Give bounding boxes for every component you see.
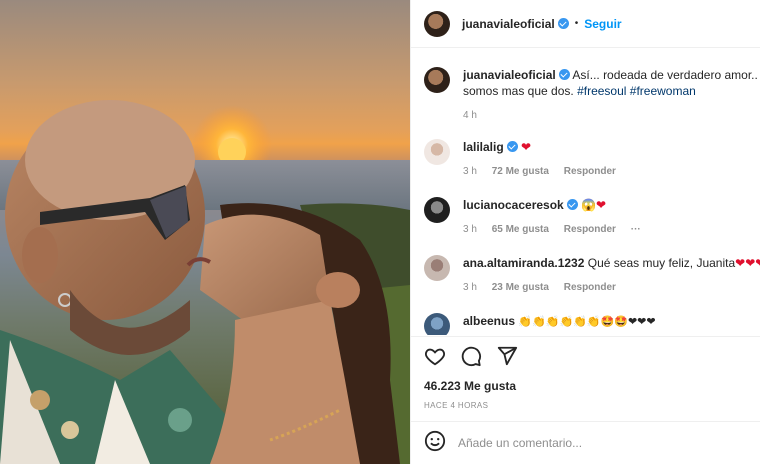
commenter-username[interactable]: ana.altamiranda.1232 — [463, 256, 584, 270]
commenter-avatar[interactable] — [424, 313, 450, 335]
caption-body: juanavialeoficial Así... rodeada de verd… — [463, 67, 758, 124]
caption-time[interactable]: 4 h — [463, 110, 477, 121]
comment-likes[interactable]: 65 Me gusta — [492, 224, 549, 235]
comment-emojis: ❤ — [521, 140, 532, 154]
comment-body: albeenus 👏👏👏👏👏👏🤩🤩❤❤❤ — [463, 313, 760, 335]
verified-badge-icon — [506, 141, 518, 152]
post-photo-illustration — [0, 100, 410, 464]
post-side-panel: juanavialeoficial • Seguir juanavialeofi… — [410, 0, 760, 464]
author-avatar-small[interactable] — [424, 67, 450, 93]
hashtag-freewoman[interactable]: #freewoman — [630, 84, 696, 98]
post-photo[interactable] — [0, 0, 410, 464]
comment-text: Qué seas muy feliz, Juanita — [587, 256, 736, 270]
comment-row: lucianocaceresok 😱❤ 3 h 65 Me gusta Resp… — [424, 197, 760, 238]
comment-bubble-icon[interactable] — [460, 345, 482, 367]
comment-body: ana.altamiranda.1232 Qué seas muy feliz,… — [463, 255, 760, 296]
smiley-icon[interactable] — [424, 430, 446, 457]
comment-body: lalilalig ❤ 3 h 72 Me gusta Responder — [463, 139, 760, 180]
comment-emojis: 😱❤ — [581, 198, 607, 212]
reply-button[interactable]: Responder — [564, 166, 616, 177]
comment-time[interactable]: 3 h — [463, 282, 477, 293]
caption-row: juanavialeoficial Así... rodeada de verd… — [424, 67, 758, 124]
comment-time[interactable]: 3 h — [463, 166, 477, 177]
comment-row: lalilalig ❤ 3 h 72 Me gusta Responder — [424, 139, 760, 180]
likes-count[interactable]: 46.223 Me gusta — [411, 367, 760, 393]
commenter-avatar[interactable] — [424, 139, 450, 165]
hashtag-freesoul[interactable]: #freesoul — [577, 84, 626, 98]
commenter-avatar[interactable] — [424, 197, 450, 223]
reply-button[interactable]: Responder — [564, 282, 616, 293]
verified-badge-icon — [566, 199, 578, 210]
comment-time[interactable]: 3 h — [463, 224, 477, 235]
verified-badge-icon — [558, 69, 570, 80]
comment-row: albeenus 👏👏👏👏👏👏🤩🤩❤❤❤ — [424, 313, 760, 335]
commenter-username[interactable]: albeenus — [463, 314, 515, 328]
commenter-avatar[interactable] — [424, 255, 450, 281]
more-options-icon[interactable]: ··· — [631, 224, 641, 235]
comments-list[interactable]: juanavialeoficial Así... rodeada de verd… — [411, 49, 760, 335]
comment-likes[interactable]: 72 Me gusta — [492, 166, 549, 177]
comment-likes[interactable]: 23 Me gusta — [492, 282, 549, 293]
verified-badge-icon — [557, 18, 569, 29]
comment-emojis: ❤❤❤❤ — [735, 256, 760, 270]
heart-outline-icon[interactable] — [424, 345, 446, 367]
commenter-username[interactable]: lalilalig — [463, 140, 504, 154]
caption-line-2: somos mas que dos. — [463, 84, 574, 98]
posted-ago[interactable]: HACE 4 HORAS — [411, 393, 760, 410]
post-header: juanavialeoficial • Seguir — [411, 0, 760, 48]
author-username[interactable]: juanavialeoficial — [462, 17, 555, 31]
comment-row: ana.altamiranda.1232 Qué seas muy feliz,… — [424, 255, 760, 296]
paper-plane-icon[interactable] — [496, 345, 518, 367]
follow-button[interactable]: Seguir — [584, 17, 621, 31]
comment-body: lucianocaceresok 😱❤ 3 h 65 Me gusta Resp… — [463, 197, 760, 238]
comment-input[interactable]: Añade un comentario... — [458, 436, 582, 450]
separator-dot: • — [574, 18, 579, 29]
reply-button[interactable]: Responder — [564, 224, 616, 235]
add-comment-bar: Añade un comentario... — [411, 421, 760, 464]
caption-username[interactable]: juanavialeoficial — [463, 68, 556, 82]
caption-line-1: Así... rodeada de verdadero amor.... nos… — [572, 68, 758, 82]
author-avatar[interactable] — [424, 10, 450, 37]
commenter-username[interactable]: lucianocaceresok — [463, 198, 564, 212]
comment-emojis: 👏👏👏👏👏👏🤩🤩❤❤❤ — [518, 316, 656, 328]
